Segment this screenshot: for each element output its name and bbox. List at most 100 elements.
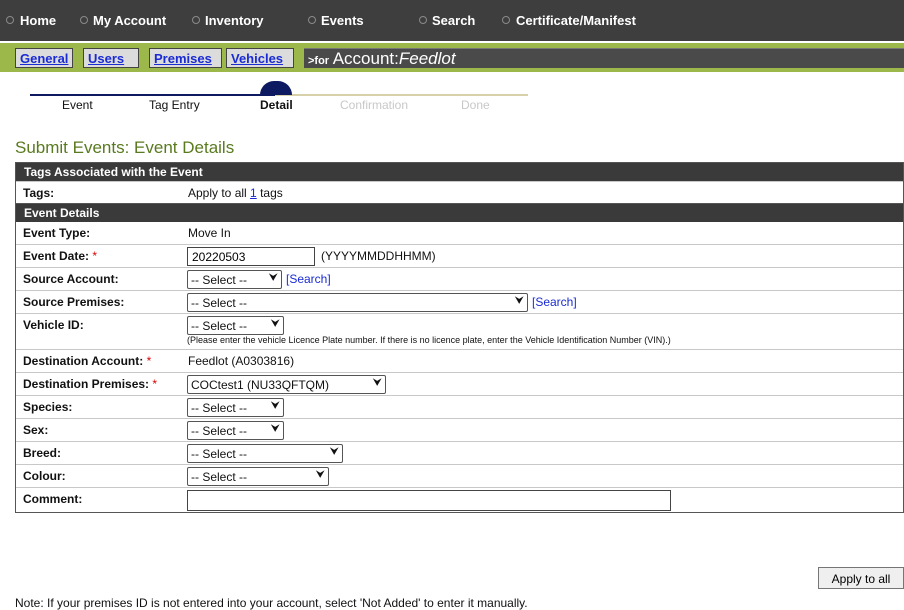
nav-search[interactable]: Search [432, 13, 475, 28]
sex-label: Sex: [23, 423, 49, 437]
colour-row: Colour: -- Select -- ⮟ [16, 464, 903, 487]
required-mark: * [146, 354, 152, 368]
destination-premises-select[interactable]: COCtest1 (NU33QFTQM) ⮟ [187, 375, 386, 394]
chevron-down-icon: ⮟ [372, 377, 382, 389]
account-for-prefix: >for [308, 55, 330, 67]
tags-row: Tags: Apply to all 1 tags [16, 181, 903, 203]
account-word: Account: [332, 49, 399, 68]
nav-home[interactable]: Home [20, 13, 56, 28]
source-premises-select[interactable]: -- Select -- ⮟ [187, 293, 528, 312]
colour-label: Colour: [23, 469, 66, 483]
sex-row: Sex: -- Select -- ⮟ [16, 418, 903, 441]
colour-select[interactable]: -- Select -- ⮟ [187, 467, 329, 486]
nav-events[interactable]: Events [321, 13, 364, 28]
source-account-search-link[interactable]: [Search] [286, 272, 331, 286]
event-type-value: Move In [188, 226, 231, 240]
species-select[interactable]: -- Select -- ⮟ [187, 398, 284, 417]
event-date-format: (YYYYMMDDHHMM) [321, 249, 436, 263]
source-account-label: Source Account: [23, 272, 119, 286]
destination-premises-select-value: COCtest1 (NU33QFTQM) [191, 378, 330, 392]
nav-bullet-icon [419, 16, 427, 24]
nav-inventory[interactable]: Inventory [205, 13, 264, 28]
required-mark: * [92, 249, 98, 263]
chevron-down-icon: ⮟ [315, 469, 325, 481]
chevron-down-icon: ⮟ [329, 446, 339, 458]
event-type-label: Event Type: [23, 226, 91, 240]
vehicle-id-select-value: -- Select -- [191, 319, 248, 333]
tags-value: Apply to all 1 tags [188, 186, 283, 200]
source-premises-row: Source Premises: -- Select -- ⮟ [Search] [16, 290, 903, 313]
tag-count-link[interactable]: 1 [250, 186, 257, 200]
destination-account-label-text: Destination Account: [23, 354, 144, 368]
top-nav: Home My Account Inventory Events Search … [0, 0, 904, 41]
nav-my-account[interactable]: My Account [93, 13, 166, 28]
progress-line-done [30, 94, 275, 96]
event-date-label: Event Date: * [23, 249, 97, 263]
vehicle-id-hint: (Please enter the vehicle Licence Plate … [187, 335, 671, 345]
vehicle-id-label: Vehicle ID: [23, 318, 84, 332]
chevron-down-icon: ⮟ [514, 295, 524, 307]
premises-note: Note: If your premises ID is not entered… [15, 596, 528, 610]
tab-premises[interactable]: Premises [149, 48, 222, 68]
destination-premises-row: Destination Premises: * COCtest1 (NU33QF… [16, 372, 903, 395]
nav-bullet-icon [80, 16, 88, 24]
event-date-input[interactable] [187, 247, 315, 266]
event-details-heading: Event Details [16, 203, 903, 222]
step-event: Event [62, 98, 93, 112]
species-label: Species: [23, 400, 73, 414]
species-select-value: -- Select -- [191, 401, 248, 415]
sex-select-value: -- Select -- [191, 424, 248, 438]
account-subnav: General Users Premises Vehicles >for Acc… [0, 43, 904, 72]
chevron-down-icon: ⮟ [270, 318, 280, 330]
destination-account-value: Feedlot (A0303816) [188, 354, 295, 368]
nav-bullet-icon [6, 16, 14, 24]
event-type-row: Event Type: Move In [16, 222, 903, 244]
comment-row: Comment: [16, 487, 903, 512]
source-account-select-value: -- Select -- [191, 273, 248, 287]
apply-to-all-button[interactable]: Apply to all [818, 567, 904, 589]
source-account-select[interactable]: -- Select -- ⮟ [187, 270, 282, 289]
chevron-down-icon: ⮟ [268, 272, 278, 284]
chevron-down-icon: ⮟ [270, 400, 280, 412]
event-date-row: Event Date: * (YYYYMMDDHHMM) [16, 244, 903, 267]
tags-label: Tags: [23, 186, 55, 200]
event-date-label-text: Event Date: [23, 249, 90, 263]
source-premises-search-link[interactable]: [Search] [532, 295, 577, 309]
nav-certificate-manifest[interactable]: Certificate/Manifest [516, 13, 636, 28]
step-tag-entry: Tag Entry [149, 98, 200, 112]
comment-input[interactable] [187, 490, 671, 511]
vehicle-id-row: Vehicle ID: -- Select -- ⮟ (Please enter … [16, 313, 903, 349]
comment-label: Comment: [23, 492, 83, 506]
destination-account-row: Destination Account: * Feedlot (A0303816… [16, 349, 903, 372]
source-account-row: Source Account: -- Select -- ⮟ [Search] [16, 267, 903, 290]
destination-premises-label-text: Destination Premises: [23, 377, 150, 391]
account-banner: >for Account:Feedlot [304, 48, 904, 68]
breed-row: Breed: -- Select -- ⮟ [16, 441, 903, 464]
species-row: Species: -- Select -- ⮟ [16, 395, 903, 418]
progress-line-pending [275, 94, 528, 96]
tab-vehicles[interactable]: Vehicles [226, 48, 294, 68]
vehicle-id-select[interactable]: -- Select -- ⮟ [187, 316, 284, 335]
colour-select-value: -- Select -- [191, 470, 248, 484]
destination-account-label: Destination Account: * [23, 354, 151, 368]
account-name: Feedlot [398, 49, 456, 68]
tab-users[interactable]: Users [83, 48, 139, 68]
nav-bullet-icon [308, 16, 316, 24]
nav-bullet-icon [502, 16, 510, 24]
tab-general[interactable]: General [15, 48, 73, 68]
nav-bullet-icon [192, 16, 200, 24]
page-title: Submit Events: Event Details [15, 138, 235, 157]
step-done: Done [461, 98, 490, 112]
breed-label: Breed: [23, 446, 62, 460]
required-mark: * [152, 377, 158, 391]
sex-select[interactable]: -- Select -- ⮟ [187, 421, 284, 440]
chevron-down-icon: ⮟ [270, 423, 280, 435]
current-step-marker [260, 81, 292, 95]
event-details-form: Tags Associated with the Event Tags: App… [15, 162, 904, 513]
tags-apply-prefix: Apply to all [188, 186, 247, 200]
destination-premises-label: Destination Premises: * [23, 377, 157, 391]
breed-select[interactable]: -- Select -- ⮟ [187, 444, 343, 463]
step-detail: Detail [260, 98, 293, 112]
tags-section-heading: Tags Associated with the Event [16, 163, 903, 181]
source-premises-select-value: -- Select -- [191, 296, 248, 310]
